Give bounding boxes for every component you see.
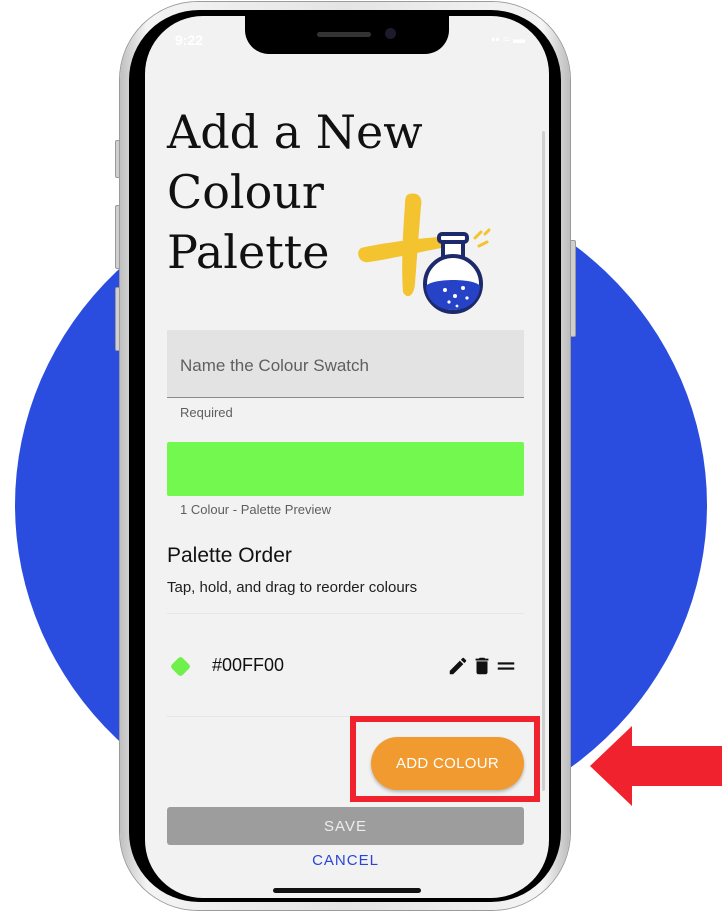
color-hex-value: #00FF00 <box>212 655 285 675</box>
highlight-annotation-box <box>350 716 540 802</box>
bubble <box>461 286 465 290</box>
add-palette-illustration <box>358 193 491 314</box>
palette-preview-caption: 1 Colour - Palette Preview <box>180 502 332 517</box>
name-field-placeholder: Name the Colour Swatch <box>180 356 369 375</box>
bubble <box>455 304 459 308</box>
save-button[interactable]: SAVE <box>167 807 524 845</box>
cancel-button[interactable]: CANCEL <box>167 852 524 869</box>
phone-notch <box>245 16 449 54</box>
home-indicator <box>273 888 421 893</box>
red-arrow-icon <box>590 726 722 806</box>
color-swatch-dot <box>169 655 192 678</box>
palette-order-heading: Palette Order <box>167 544 292 567</box>
status-time: 9:22 <box>175 32 204 48</box>
colour-swatch-name-input[interactable]: Name the Colour Swatch <box>167 330 524 398</box>
status-icons: ▪▪ ≈ ▬ <box>491 32 525 46</box>
palette-color-row[interactable]: #00FF00 <box>167 643 524 693</box>
flask-rim <box>437 232 469 244</box>
trash-icon[interactable] <box>471 655 493 677</box>
notch-camera <box>385 28 396 39</box>
palette-order-subtitle: Tap, hold, and drag to reorder colours <box>167 579 418 596</box>
divider <box>167 613 524 614</box>
scrollbar[interactable] <box>542 131 545 791</box>
title-line-1: Add a New <box>167 105 423 159</box>
bubble <box>453 294 457 298</box>
edit-icon[interactable] <box>447 655 469 677</box>
bubble <box>465 296 469 300</box>
bubble <box>447 300 451 304</box>
palette-preview-bar <box>167 442 524 496</box>
name-field-helper: Required <box>180 405 233 420</box>
drag-handle-icon[interactable] <box>495 655 517 677</box>
yellow-splash <box>473 228 491 248</box>
bubble <box>443 288 447 292</box>
notch-speaker <box>317 32 371 37</box>
